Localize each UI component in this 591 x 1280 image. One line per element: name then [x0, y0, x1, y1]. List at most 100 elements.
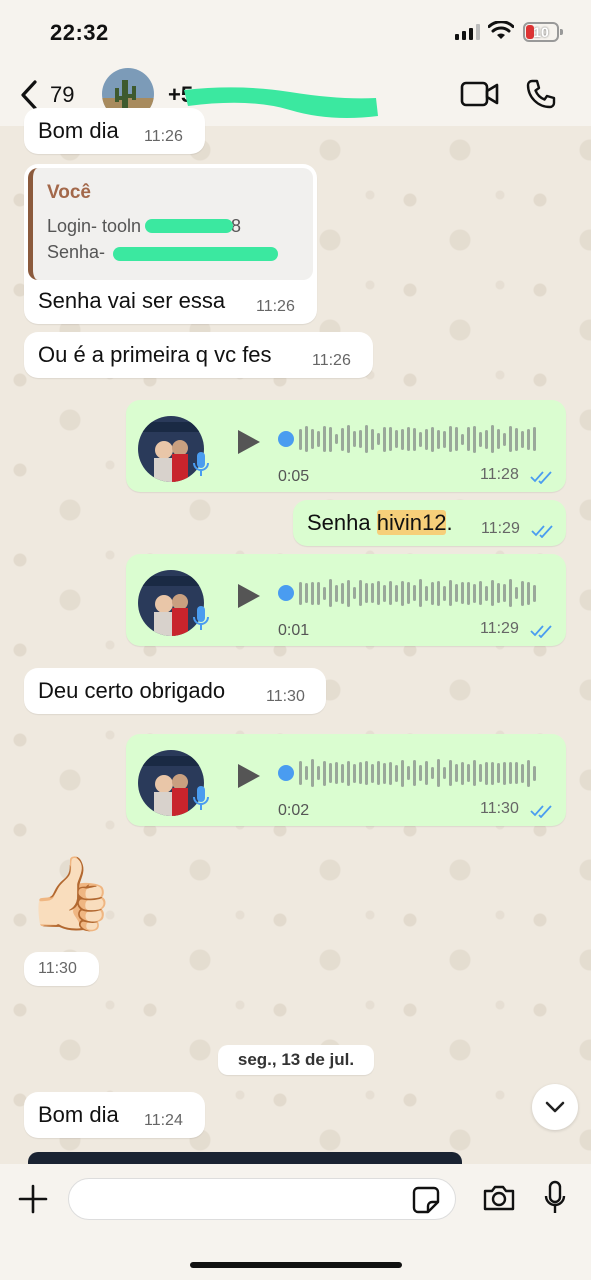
waveform-bar: [515, 762, 518, 784]
play-icon[interactable]: [236, 582, 262, 610]
microphone-icon[interactable]: [544, 1180, 566, 1216]
composer-bar: [0, 1164, 591, 1280]
waveform-bar: [401, 580, 404, 606]
mic-icon: [193, 606, 209, 630]
voice-message-bubble[interactable]: 0:05 11:28: [126, 400, 566, 492]
message-bubble-in[interactable]: Você Login- tooln 8 Senha- Senha vai ser…: [24, 164, 317, 324]
waveform-bar: [305, 426, 308, 452]
redaction-mark: [113, 247, 278, 261]
message-bubble-in[interactable]: Bom dia 11:26: [24, 108, 205, 154]
message-text-part: Senha: [307, 510, 377, 535]
waveform-bar: [359, 430, 362, 448]
message-time: 11:26: [312, 352, 351, 369]
waveform-bar: [383, 762, 386, 784]
waveform-bar: [443, 767, 446, 779]
waveform-bar: [299, 581, 302, 605]
waveform-bar: [419, 431, 422, 447]
play-icon[interactable]: [236, 762, 262, 790]
message-bubble-in[interactable]: Deu certo obrigado 11:30: [24, 668, 326, 714]
waveform-bar: [533, 765, 536, 781]
redaction-mark: [145, 219, 233, 233]
status-time: 22:32: [50, 20, 109, 45]
play-icon[interactable]: [236, 428, 262, 456]
audio-waveform[interactable]: [278, 576, 536, 610]
message-time: 11:29: [480, 620, 519, 637]
message-bubble-out[interactable]: Senha hivin12. 11:29: [293, 500, 566, 546]
message-bubble-in[interactable]: Ou é a primeira q vc fes 11:26: [24, 332, 373, 378]
voice-duration: 0:01: [278, 622, 310, 639]
waveform-bar: [509, 579, 512, 607]
redaction-mark: [184, 87, 378, 118]
waveform-bar: [533, 427, 536, 451]
waveform-bar: [407, 427, 410, 451]
waveform-bar: [365, 761, 368, 785]
waveform-bar: [353, 763, 356, 783]
unread-count[interactable]: 79: [50, 82, 74, 108]
waveform-bar: [515, 427, 518, 451]
playhead[interactable]: [278, 585, 294, 601]
waveform-bar: [347, 425, 350, 453]
waveform-bar: [461, 761, 464, 785]
audio-waveform[interactable]: [278, 422, 536, 456]
plus-icon[interactable]: [18, 1184, 48, 1214]
video-call-icon[interactable]: [460, 80, 500, 108]
waveform-bar: [467, 764, 470, 782]
waveform-bar: [317, 581, 320, 605]
waveform-bar: [437, 759, 440, 787]
home-indicator: [190, 1262, 402, 1268]
sticker-icon[interactable]: [412, 1186, 440, 1214]
waveform-bar: [503, 584, 506, 602]
waveform-bar: [419, 765, 422, 781]
waveform-bar: [503, 761, 506, 785]
waveform-bar: [335, 584, 338, 602]
audio-waveform[interactable]: [278, 756, 536, 790]
waveform-bar: [395, 430, 398, 448]
camera-icon[interactable]: [482, 1184, 516, 1212]
waveform-bar: [491, 580, 494, 606]
waveform-bar: [443, 430, 446, 448]
waveform-bar: [329, 579, 332, 607]
waveform-bar: [467, 427, 470, 451]
waveform-bar: [431, 767, 434, 779]
waveform-bar: [371, 583, 374, 603]
message-time: 11:30: [480, 800, 519, 817]
waveform-bar: [455, 427, 458, 451]
waveform-bar: [377, 761, 380, 785]
message-input[interactable]: [68, 1178, 456, 1220]
phone-icon[interactable]: [525, 78, 557, 110]
waveform-bar: [515, 587, 518, 599]
message-time-chip: 11:30: [24, 952, 99, 986]
chevron-down-icon: [545, 1101, 565, 1113]
scroll-to-bottom-button[interactable]: [532, 1084, 578, 1130]
waveform-bar: [383, 426, 386, 452]
voice-message-bubble[interactable]: 0:02 11:30: [126, 734, 566, 826]
waveform-bar: [437, 580, 440, 606]
message-time: 11:26: [256, 298, 295, 315]
voice-message-bubble[interactable]: 0:01 11:29: [126, 554, 566, 646]
voice-duration: 0:02: [278, 802, 310, 819]
waveform-bar: [383, 584, 386, 602]
waveform-bar: [323, 426, 326, 452]
waveform-bar: [473, 760, 476, 786]
waveform-bar: [407, 582, 410, 604]
quoted-message[interactable]: Você Login- tooln 8 Senha-: [28, 168, 313, 280]
waveform-bar: [341, 582, 344, 604]
playhead[interactable]: [278, 765, 294, 781]
waveform-bar: [311, 429, 314, 449]
waveform-bar: [419, 579, 422, 607]
thumbs-up-emoji[interactable]: 👍🏻: [26, 858, 116, 930]
waveform-bar: [521, 430, 524, 448]
message-bubble-in[interactable]: Bom dia 11:24: [24, 1092, 205, 1138]
waveform-bar: [509, 762, 512, 784]
waveform-bar: [377, 581, 380, 605]
playhead[interactable]: [278, 431, 294, 447]
message-time: 11:30: [266, 688, 305, 705]
waveform-bar: [425, 761, 428, 785]
voice-duration: 0:05: [278, 468, 310, 485]
battery-icon: 10: [523, 22, 563, 42]
waveform-bar: [473, 583, 476, 603]
waveform-bar: [521, 580, 524, 606]
back-chevron-icon[interactable]: [16, 78, 46, 112]
waveform-bar: [341, 763, 344, 783]
waveform-bar: [389, 581, 392, 605]
